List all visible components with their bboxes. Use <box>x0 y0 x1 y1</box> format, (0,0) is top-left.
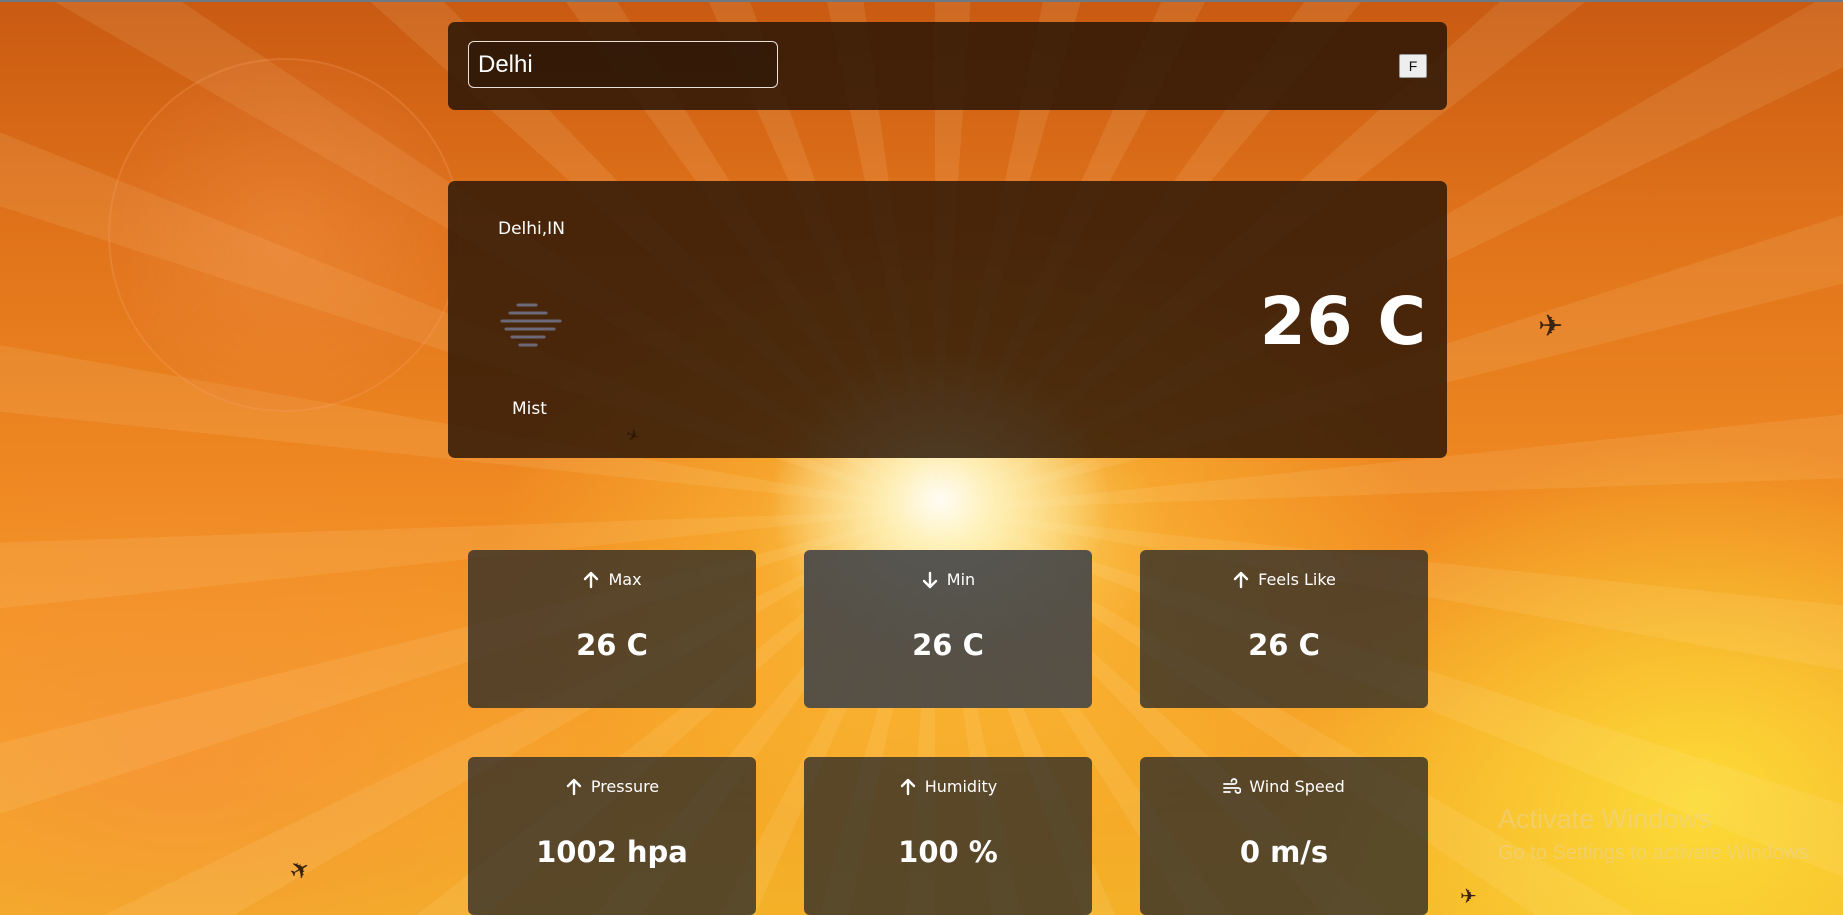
arrow-up-icon <box>584 571 599 588</box>
stat-card-humidity: Humidity 100 % <box>804 757 1092 915</box>
current-temperature: 26 C <box>1259 283 1427 360</box>
condition-label: Mist <box>512 399 547 419</box>
stat-card-min: Min 26 C <box>804 550 1092 708</box>
bird-icon: ✈ <box>1460 884 1477 908</box>
city-search-input[interactable] <box>468 41 778 88</box>
stat-label: Wind Speed <box>1249 777 1345 796</box>
arrow-up-icon <box>566 778 582 795</box>
mist-icon <box>500 303 562 347</box>
stat-card-max: Max 26 C <box>468 550 756 708</box>
stat-value: 26 C <box>576 628 648 662</box>
wind-icon <box>1223 777 1242 794</box>
activate-windows-subtitle: Go to Settings to activate Windows. <box>1498 842 1814 864</box>
unit-toggle-button[interactable]: F <box>1399 54 1427 78</box>
window-top-border <box>0 0 1843 2</box>
bird-icon: ✈ <box>1538 309 1564 344</box>
stat-value: 100 % <box>898 835 998 869</box>
arrow-down-icon <box>922 571 937 588</box>
stat-label: Min <box>946 570 976 589</box>
stat-card-wind-speed: Wind Speed 0 m/s <box>1140 757 1428 915</box>
lens-flare <box>108 58 462 412</box>
stat-label: Feels Like <box>1258 570 1336 589</box>
location-label: Delhi,IN <box>498 219 565 239</box>
stat-label: Max <box>608 570 642 589</box>
stat-card-pressure: Pressure 1002 hpa <box>468 757 756 915</box>
stat-label: Humidity <box>924 777 998 796</box>
stat-label: Pressure <box>590 777 660 796</box>
activate-windows-title: Activate Windows <box>1498 804 1712 834</box>
stat-value: 26 C <box>1248 628 1320 662</box>
stat-value: 0 m/s <box>1239 835 1329 869</box>
arrow-up-icon <box>900 778 915 795</box>
arrow-up-icon <box>1233 571 1249 588</box>
search-bar: F <box>448 22 1447 110</box>
stat-value: 1002 hpa <box>536 835 688 869</box>
current-weather-card: Delhi,IN Mist 26 C <box>448 181 1447 458</box>
stat-card-feels-like: Feels Like 26 C <box>1140 550 1428 708</box>
stat-value: 26 C <box>912 628 984 662</box>
